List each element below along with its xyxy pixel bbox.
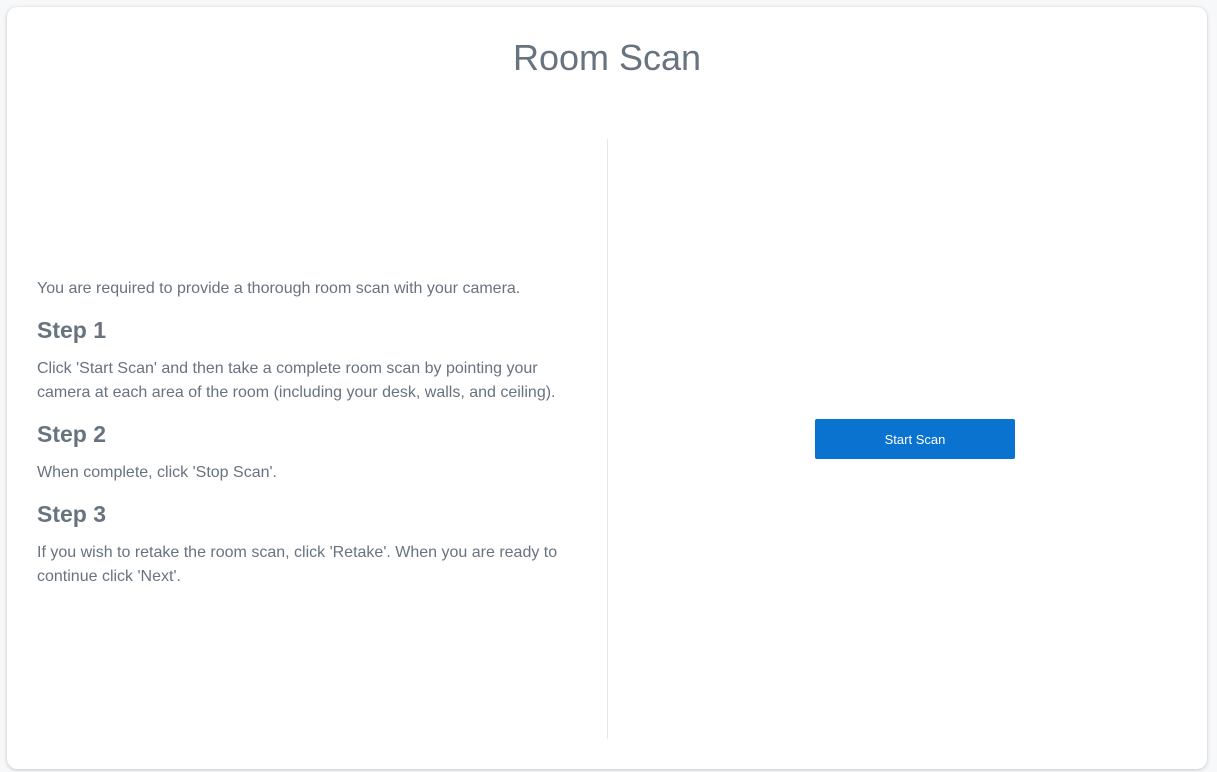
page-title: Room Scan [512, 37, 702, 78]
room-scan-card: Room Scan You are required to provide a … [7, 7, 1207, 769]
step-2-text: When complete, click 'Stop Scan'. [37, 464, 277, 481]
step-1-heading: Step 1 [37, 317, 107, 343]
intro-text: You are required to provide a thorough r… [37, 280, 521, 297]
start-scan-button[interactable]: Start Scan [815, 419, 1015, 459]
step-2-heading: Step 2 [37, 421, 107, 447]
scan-panel: Start Scan [608, 139, 1207, 739]
step-3-heading: Step 3 [37, 501, 107, 527]
step-3-text: If you wish to retake the room scan, cli… [37, 544, 558, 585]
instructions-panel: You are required to provide a thorough r… [37, 277, 577, 603]
step-1-text: Click 'Start Scan' and then take a compl… [37, 360, 556, 401]
